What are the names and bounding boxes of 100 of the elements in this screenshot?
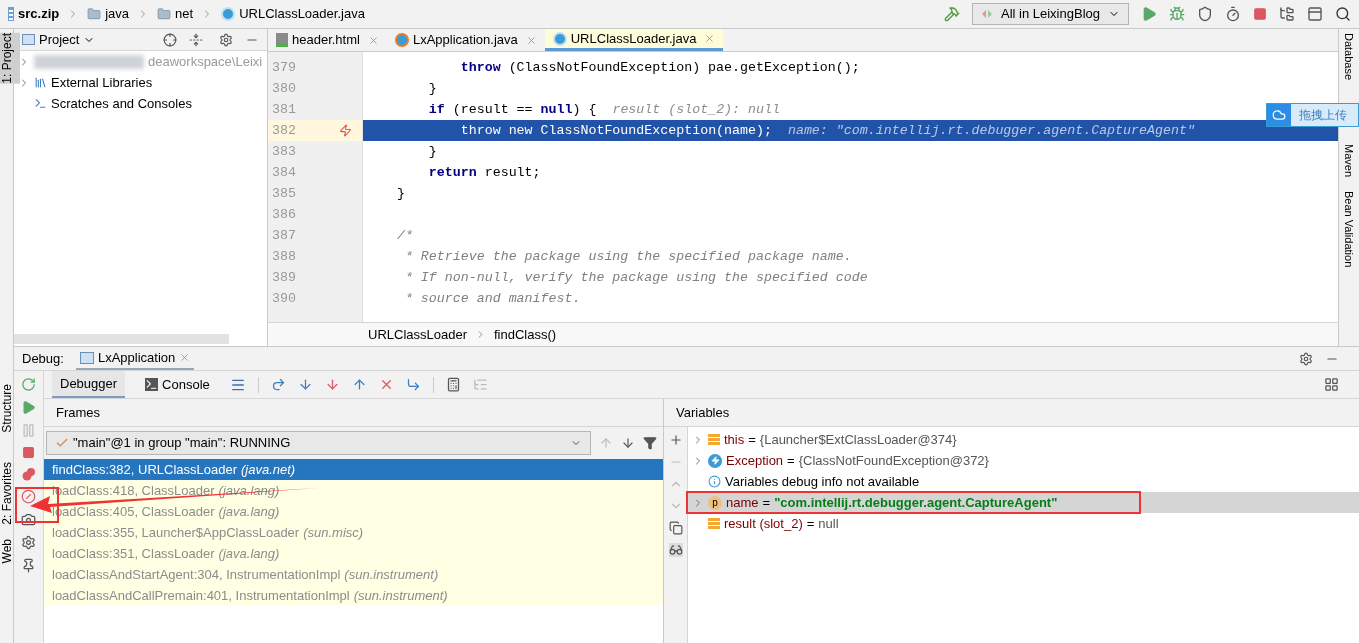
settings-icon[interactable] bbox=[1299, 351, 1313, 366]
window-icon[interactable] bbox=[1307, 6, 1323, 22]
debugger-tab[interactable]: Debugger bbox=[52, 371, 126, 398]
add-icon[interactable] bbox=[668, 433, 683, 447]
code-text: /* bbox=[395, 226, 413, 245]
info-icon bbox=[708, 475, 721, 488]
mute-breakpoints-icon[interactable] bbox=[21, 489, 36, 504]
editor-tab[interactable]: header.html bbox=[268, 29, 387, 51]
panel-icon bbox=[22, 34, 35, 45]
variable-row[interactable]: Variables debug info not available bbox=[688, 471, 1359, 492]
code-text: * If non-null, verify the package using the specified code bbox=[403, 268, 868, 287]
folder-tree-icon[interactable] bbox=[1279, 6, 1295, 22]
shield-icon[interactable] bbox=[1197, 6, 1213, 22]
inline-value-hint: result (slot_2): null bbox=[611, 100, 780, 119]
search-icon[interactable] bbox=[1335, 6, 1351, 22]
line-number: 390 bbox=[271, 289, 297, 308]
folder-icon bbox=[157, 7, 172, 21]
copy-icon[interactable] bbox=[668, 521, 683, 535]
panel-title: Debug: bbox=[22, 349, 64, 368]
collapse-icon[interactable] bbox=[189, 32, 203, 47]
variable-row[interactable]: Exception = {ClassNotFoundException@372} bbox=[688, 450, 1359, 471]
code-text: ) { bbox=[572, 100, 597, 119]
debugger-tab[interactable]: Console bbox=[137, 371, 218, 398]
tool-window-tab[interactable]: Bean Validation bbox=[1340, 191, 1358, 268]
settings-icon[interactable] bbox=[21, 535, 36, 550]
list-icon[interactable] bbox=[472, 377, 488, 392]
breadcrumb-item[interactable]: java bbox=[105, 4, 130, 24]
tool-window-tab[interactable]: Database bbox=[1340, 33, 1358, 81]
force-step-into-icon[interactable] bbox=[324, 377, 340, 392]
breadcrumb-item[interactable]: src.zip bbox=[18, 4, 60, 24]
stop-icon[interactable] bbox=[22, 446, 35, 459]
variable-row[interactable]: this = {Launcher$ExtClassLoader@374} bbox=[688, 429, 1359, 450]
variables-tab[interactable]: Variables bbox=[664, 399, 742, 426]
filter-icon[interactable] bbox=[643, 436, 657, 450]
class-icon bbox=[552, 31, 567, 46]
debug-icon[interactable] bbox=[1169, 6, 1185, 22]
stop-icon[interactable] bbox=[1253, 7, 1267, 21]
breadcrumb-item[interactable]: net bbox=[175, 4, 194, 24]
close-icon[interactable] bbox=[367, 34, 379, 46]
timer-icon[interactable] bbox=[1225, 6, 1241, 22]
settings-icon[interactable] bbox=[219, 32, 233, 47]
scrollbar[interactable] bbox=[14, 334, 229, 344]
crosshair-icon[interactable] bbox=[163, 32, 177, 47]
tool-window-tab[interactable]: Maven bbox=[1340, 144, 1358, 178]
close-icon[interactable] bbox=[179, 352, 191, 363]
rerun-icon[interactable] bbox=[21, 377, 36, 392]
breadcrumb-item[interactable]: URLClassLoader bbox=[368, 324, 467, 345]
code-text: } bbox=[427, 142, 437, 161]
run-to-cursor-icon[interactable] bbox=[405, 377, 421, 392]
editor-tab[interactable]: LxApplication.java bbox=[386, 29, 545, 51]
layout-icon[interactable] bbox=[1324, 377, 1339, 392]
line-number: 382 bbox=[271, 121, 297, 140]
step-over-icon[interactable] bbox=[270, 377, 286, 392]
code-text: (result == bbox=[451, 100, 534, 119]
code-text: * source and manifest. bbox=[403, 289, 581, 308]
line-number: 389 bbox=[271, 268, 297, 287]
line-number: 387 bbox=[271, 226, 297, 245]
build-icon[interactable] bbox=[944, 6, 960, 22]
frames-tab[interactable]: Frames bbox=[44, 399, 113, 426]
breakpoints-icon[interactable] bbox=[20, 467, 37, 481]
console-icon bbox=[34, 97, 47, 110]
exception-breakpoint-icon[interactable] bbox=[339, 124, 352, 137]
stack-frame[interactable]: findClass:382, URLClassLoader (java.net) bbox=[44, 459, 663, 480]
tree-item[interactable]: Scratches and Consoles bbox=[51, 93, 192, 114]
archive-icon bbox=[8, 7, 14, 21]
breadcrumb-item[interactable]: findClass() bbox=[494, 324, 557, 345]
tree-item[interactable]: External Libraries bbox=[51, 72, 153, 93]
console-icon bbox=[145, 378, 159, 391]
upload-widget[interactable]: 拖拽上传 bbox=[1266, 103, 1359, 127]
structure-tool-tab[interactable]: Structure bbox=[0, 383, 16, 433]
line-number: 379 bbox=[271, 58, 297, 77]
variable-row[interactable]: result (slot_2) = null bbox=[688, 513, 1359, 534]
line-number: 386 bbox=[271, 205, 297, 224]
thread-dropdown[interactable]: "main"@1 in group "main": RUNNING bbox=[46, 431, 591, 455]
calculator-icon[interactable] bbox=[445, 377, 461, 392]
close-icon[interactable] bbox=[525, 34, 537, 46]
code-text: if bbox=[427, 100, 445, 119]
field-icon bbox=[708, 433, 720, 446]
folder-icon bbox=[87, 7, 102, 21]
editor-tab[interactable]: URLClassLoader.java bbox=[544, 29, 724, 51]
glasses-icon[interactable] bbox=[668, 543, 683, 557]
step-out-icon[interactable] bbox=[351, 377, 367, 392]
code-text: result; bbox=[483, 163, 541, 182]
camera-icon[interactable] bbox=[21, 512, 36, 527]
run-config-dropdown[interactable]: All in LeixingBlog bbox=[972, 3, 1129, 25]
run-icon[interactable] bbox=[1141, 6, 1157, 22]
pin-icon[interactable] bbox=[21, 558, 36, 573]
project-tool-tab[interactable]: 1: Project bbox=[0, 33, 20, 84]
html-file-icon bbox=[276, 33, 288, 47]
favorites-tool-tab[interactable]: 2: Favorites bbox=[0, 462, 16, 526]
close-icon[interactable] bbox=[704, 33, 716, 44]
down-icon[interactable] bbox=[621, 436, 635, 450]
class-icon bbox=[221, 7, 236, 21]
step-into-icon[interactable] bbox=[297, 377, 313, 392]
app-icon bbox=[79, 351, 94, 364]
breadcrumb-item[interactable]: URLClassLoader.java bbox=[239, 4, 365, 24]
inline-value-hint: name: "com.intellij.rt.debugger.agent.CaptureAgent" bbox=[786, 121, 1195, 140]
web-tool-tab[interactable]: Web bbox=[0, 539, 16, 564]
resume-icon[interactable] bbox=[21, 400, 36, 415]
field-icon bbox=[708, 517, 720, 530]
